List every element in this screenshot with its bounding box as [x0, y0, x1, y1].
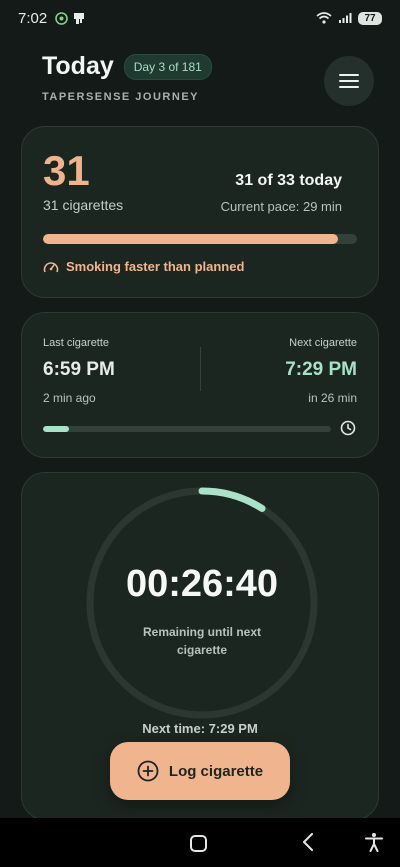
status-bar: 7:02 77 [0, 0, 400, 36]
plus-circle-icon [137, 760, 159, 782]
day-progress-badge: Day 3 of 181 [123, 53, 212, 80]
status-time: 7:02 [18, 9, 48, 27]
accessibility-icon[interactable] [364, 832, 384, 852]
last-cigarette-time: 6:59 PM [43, 359, 115, 380]
countdown-caption: Remaining until next cigarette [142, 625, 261, 657]
countdown-timer: 00:26:40 [125, 563, 279, 605]
clock-icon [340, 420, 356, 436]
next-cigarette-in: in 26 min [308, 391, 357, 405]
pace-warning-text: Smoking faster than planned [66, 259, 245, 274]
next-cigarette-time: 7:29 PM [285, 359, 357, 380]
home-nav-button[interactable] [190, 835, 207, 852]
wifi-icon [316, 12, 332, 24]
next-cigarette-label: Next cigarette [289, 337, 357, 349]
column-divider [200, 347, 201, 391]
next-cigarette-section: Next cigarette 7:29 PM in 26 min [285, 337, 357, 405]
cigarette-count-label: 31 cigarettes [43, 197, 124, 213]
next-time-text: Next time: 7:29 PM [142, 721, 258, 736]
daily-summary-card: 31 31 cigarettes 31 of 33 today Current … [21, 126, 379, 298]
log-cigarette-button[interactable]: Log cigarette [110, 742, 290, 800]
clipboard-notification-icon [74, 12, 85, 24]
menu-button[interactable] [324, 56, 374, 106]
system-nav-bar [0, 818, 400, 867]
speedometer-icon [43, 261, 59, 272]
hamburger-menu-icon [339, 74, 359, 88]
page-title: Today [42, 52, 114, 80]
page-header: Today Day 3 of 181 TAPERSENSE JOURNEY [42, 52, 374, 108]
current-pace-text: Current pace: 29 min [220, 199, 342, 214]
pace-warning: Smoking faster than planned [43, 259, 244, 274]
schedule-card: Last cigarette 6:59 PM 2 min ago Next ci… [21, 312, 379, 458]
daily-progress-fill [43, 234, 339, 244]
signal-icon [339, 13, 352, 23]
interval-progress-bar [43, 426, 331, 432]
battery-indicator: 77 [358, 11, 382, 25]
countdown-ring: 00:26:40 Remaining until next cigarette [84, 485, 320, 721]
last-cigarette-section: Last cigarette 6:59 PM 2 min ago [43, 337, 115, 405]
log-cigarette-label: Log cigarette [168, 762, 264, 780]
daily-progress-bar [43, 234, 357, 244]
back-nav-icon[interactable] [302, 833, 314, 851]
today-progress-text: 31 of 33 today [235, 172, 342, 189]
interval-progress-fill [43, 426, 69, 432]
last-cigarette-ago: 2 min ago [43, 391, 96, 405]
app-notification-icon [55, 11, 69, 25]
page-subtitle: TAPERSENSE JOURNEY [42, 91, 199, 103]
cigarette-count: 31 [43, 147, 90, 194]
last-cigarette-label: Last cigarette [43, 337, 110, 349]
